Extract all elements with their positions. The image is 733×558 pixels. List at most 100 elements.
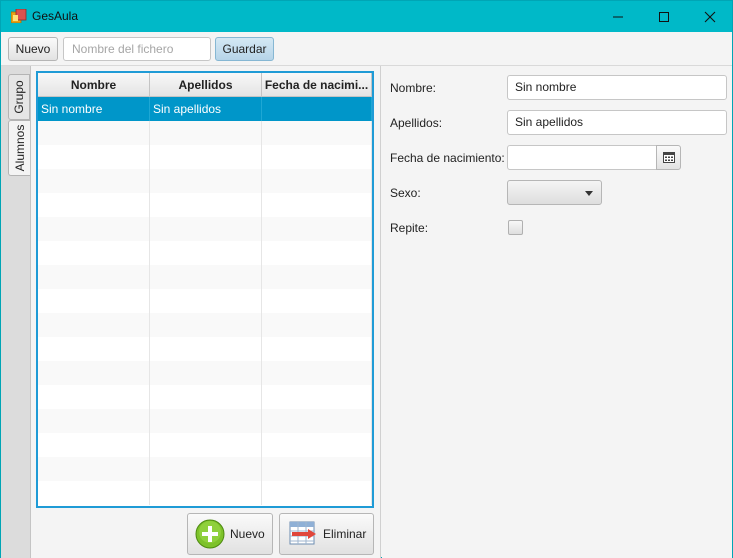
minimize-icon xyxy=(613,16,623,18)
table-cell-empty xyxy=(38,457,150,481)
delete-student-label: Eliminar xyxy=(323,527,367,541)
tab-label: Alumnos xyxy=(12,124,27,172)
table-cell-empty xyxy=(262,433,372,457)
table-cell-empty xyxy=(262,385,372,409)
table-cell-empty xyxy=(262,145,372,169)
table-cell-empty xyxy=(38,313,150,337)
students-panel: Nombre Apellidos Fecha de nacimi... Sin … xyxy=(31,66,381,558)
table-cell-empty xyxy=(150,481,262,505)
table-row-empty xyxy=(38,481,372,505)
table-body: Sin nombre Sin apellidos xyxy=(38,97,372,505)
maximize-icon xyxy=(659,12,669,22)
vertical-tab-bar: Grupo Alumnos xyxy=(1,66,31,558)
table-cell-empty xyxy=(38,145,150,169)
window-title: GesAula xyxy=(32,9,79,23)
table-row-empty xyxy=(38,337,372,361)
table-row-empty xyxy=(38,361,372,385)
table-cell-empty xyxy=(150,265,262,289)
table-cell-empty xyxy=(150,169,262,193)
table-cell-empty xyxy=(150,193,262,217)
add-student-label: Nuevo xyxy=(230,527,265,541)
table-cell-empty xyxy=(150,241,262,265)
cell-apellidos: Sin apellidos xyxy=(150,97,262,121)
tab-alumnos[interactable]: Alumnos xyxy=(8,120,30,176)
table-row-empty xyxy=(38,313,372,337)
table-cell-empty xyxy=(262,313,372,337)
table-cell-empty xyxy=(38,361,150,385)
delete-student-button[interactable]: Eliminar xyxy=(279,513,374,555)
table-row-empty xyxy=(38,265,372,289)
table-cell-empty xyxy=(38,433,150,457)
table-cell-empty xyxy=(150,385,262,409)
students-table[interactable]: Nombre Apellidos Fecha de nacimi... Sin … xyxy=(36,71,374,508)
app-icon xyxy=(11,9,27,23)
birthdate-input[interactable] xyxy=(507,145,657,170)
table-row-empty xyxy=(38,433,372,457)
tab-label: Grupo xyxy=(12,80,26,114)
maximize-button[interactable] xyxy=(641,1,687,32)
minimize-button[interactable] xyxy=(595,1,641,32)
table-cell-empty xyxy=(150,433,262,457)
table-row-empty xyxy=(38,217,372,241)
tab-grupo[interactable]: Grupo xyxy=(8,74,30,120)
repeat-label: Repite: xyxy=(390,221,429,235)
column-header-apellidos[interactable]: Apellidos xyxy=(150,73,262,97)
calendar-button[interactable] xyxy=(656,145,681,170)
table-cell-empty xyxy=(150,457,262,481)
add-student-button[interactable]: Nuevo xyxy=(187,513,273,555)
close-button[interactable] xyxy=(687,1,733,32)
new-file-button[interactable]: Nuevo xyxy=(8,37,58,61)
save-button[interactable]: Guardar xyxy=(215,37,274,61)
table-cell-empty xyxy=(38,193,150,217)
table-cell-empty xyxy=(38,265,150,289)
table-cell-empty xyxy=(38,289,150,313)
table-header: Nombre Apellidos Fecha de nacimi... xyxy=(38,73,372,97)
title-bar: GesAula xyxy=(1,1,732,32)
name-label: Nombre: xyxy=(390,81,437,95)
table-cell-empty xyxy=(150,361,262,385)
surname-label: Apellidos: xyxy=(390,116,443,130)
column-header-fecha[interactable]: Fecha de nacimi... xyxy=(262,73,372,97)
table-cell-empty xyxy=(262,337,372,361)
filename-input[interactable] xyxy=(63,37,211,61)
repeat-checkbox[interactable] xyxy=(508,220,523,235)
birthdate-label: Fecha de nacimiento: xyxy=(390,151,505,165)
cell-fecha xyxy=(262,97,372,121)
table-cell-empty xyxy=(38,217,150,241)
table-row-empty xyxy=(38,121,372,145)
table-cell-empty xyxy=(262,457,372,481)
name-field[interactable]: Sin nombre xyxy=(507,75,727,100)
surname-field[interactable]: Sin apellidos xyxy=(507,110,727,135)
table-row-empty xyxy=(38,289,372,313)
table-cell-empty xyxy=(262,409,372,433)
table-row-empty xyxy=(38,457,372,481)
sex-combobox[interactable] xyxy=(507,180,602,205)
plus-circle-icon xyxy=(195,519,225,549)
table-cell-empty xyxy=(150,337,262,361)
table-cell-empty xyxy=(262,169,372,193)
cell-nombre: Sin nombre xyxy=(38,97,150,121)
table-cell-empty xyxy=(262,481,372,505)
table-delete-icon xyxy=(289,521,316,545)
calendar-icon xyxy=(663,152,675,163)
table-row-empty xyxy=(38,409,372,433)
table-cell-empty xyxy=(262,265,372,289)
table-cell-empty xyxy=(262,193,372,217)
table-cell-empty xyxy=(38,121,150,145)
table-cell-empty xyxy=(262,289,372,313)
table-cell-empty xyxy=(262,121,372,145)
column-header-nombre[interactable]: Nombre xyxy=(38,73,150,97)
table-row-empty xyxy=(38,145,372,169)
table-cell-empty xyxy=(150,217,262,241)
sex-label: Sexo: xyxy=(390,186,421,200)
table-row-empty xyxy=(38,241,372,265)
table-cell-empty xyxy=(38,385,150,409)
table-cell-empty xyxy=(38,409,150,433)
toolbar: Nuevo Guardar xyxy=(1,32,732,66)
table-cell-empty xyxy=(150,121,262,145)
table-cell-empty xyxy=(150,289,262,313)
table-cell-empty xyxy=(38,241,150,265)
table-cell-empty xyxy=(262,241,372,265)
table-row[interactable]: Sin nombre Sin apellidos xyxy=(38,97,372,121)
app-window: GesAula Nuevo Guardar Grupo Alumnos Nomb… xyxy=(0,0,733,558)
